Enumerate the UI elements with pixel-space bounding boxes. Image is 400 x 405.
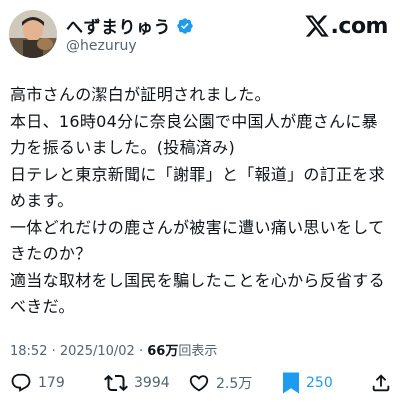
- name-row: へずまりゅう: [66, 13, 194, 38]
- like-count: 2.5万: [216, 376, 253, 392]
- action-bar: 179 3994 2.5万 250: [0, 368, 400, 400]
- tweet-line: 適当な取材をし国民を騙したことを心から反省する: [10, 270, 385, 290]
- bookmark-button[interactable]: 250: [282, 368, 333, 398]
- meta-separator: ·: [51, 344, 56, 359]
- heart-icon: [189, 375, 209, 392]
- avatar-image: [9, 10, 57, 58]
- tweet-time[interactable]: 18:52: [10, 344, 47, 359]
- verified-badge-icon: [176, 17, 194, 35]
- tweet-line: 力を振るいました。(投稿済み): [10, 138, 235, 157]
- x-com-logo: .com: [304, 13, 388, 39]
- x-logo-icon: [304, 13, 330, 39]
- reply-icon: [11, 373, 31, 392]
- reply-button[interactable]: 179: [10, 368, 65, 398]
- display-name[interactable]: へずまりゅう: [66, 13, 171, 38]
- like-button[interactable]: 2.5万: [188, 368, 252, 398]
- views-count: 66万: [147, 344, 179, 359]
- share-icon: [372, 374, 390, 392]
- bookmark-count: 250: [306, 375, 333, 391]
- bookmark-icon: [283, 372, 299, 394]
- retweet-icon: [104, 374, 128, 392]
- tweet-line: べきだ。: [10, 297, 75, 316]
- x-com-text: .com: [330, 13, 389, 39]
- user-handle[interactable]: @hezuruy: [66, 38, 137, 54]
- tweet-date[interactable]: 2025/10/02: [60, 344, 135, 359]
- avatar[interactable]: [9, 10, 57, 58]
- meta-separator: ·: [138, 344, 144, 359]
- retweet-count: 3994: [134, 375, 170, 391]
- tweet-header: へずまりゅう @hezuruy .com: [0, 0, 400, 70]
- tweet-line: 本日、16時04分に奈良公園で中国人が鹿さんに暴: [10, 111, 378, 131]
- share-button[interactable]: [370, 368, 392, 398]
- tweet-line: 高市さんの潔白が証明されました。: [10, 85, 271, 104]
- reply-count: 179: [38, 375, 65, 391]
- tweet-line: きたのか？: [10, 244, 92, 263]
- tweet-text: 高市さんの潔白が証明されました。 本日、16時04分に奈良公園で中国人が鹿さんに…: [10, 82, 395, 321]
- tweet-meta: 18:52 · 2025/10/02 · 66万回表示: [10, 340, 217, 359]
- views-label: 回表示: [178, 344, 218, 359]
- tweet-line: めます。: [10, 191, 74, 210]
- tweet-line: 日テレと東京新聞に「謝罪」と「報道」の訂正を求: [10, 164, 385, 184]
- retweet-button[interactable]: 3994: [104, 368, 170, 398]
- tweet-line: 一体どれだけの鹿さんが被害に遭い痛い思いをして: [10, 217, 385, 237]
